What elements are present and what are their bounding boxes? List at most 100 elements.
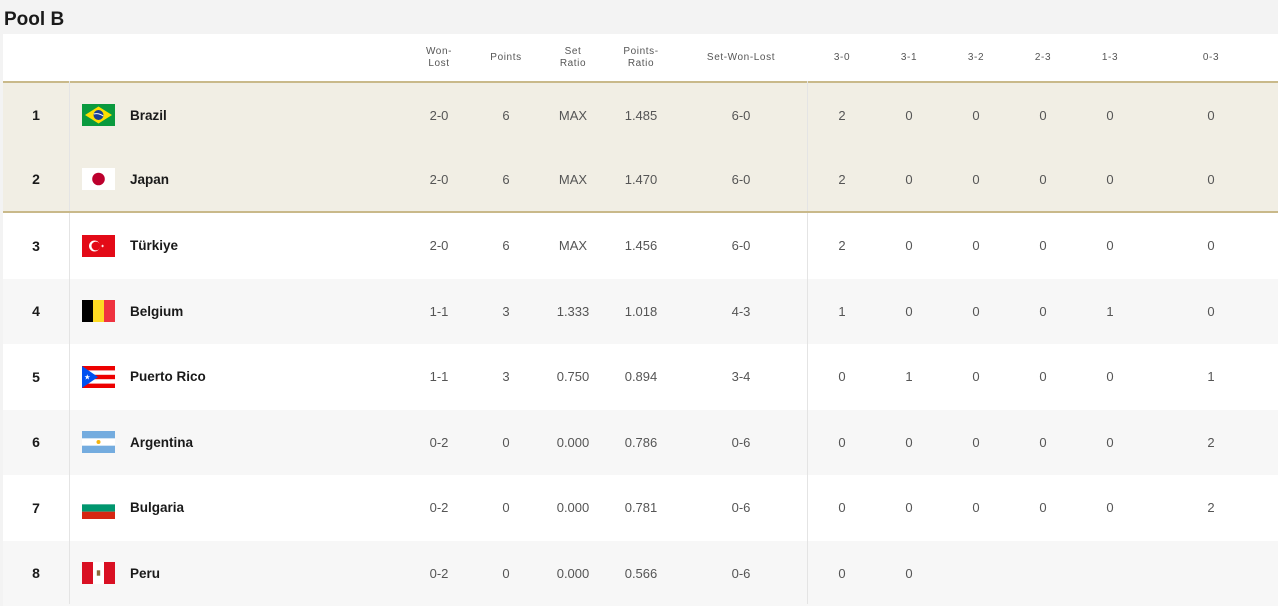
- won-lost: 2-0: [408, 147, 470, 211]
- points-ratio: 0.781: [607, 475, 675, 541]
- result-3-2: 0: [951, 410, 1001, 476]
- result-3-2: 0: [951, 475, 1001, 541]
- won-lost: 2-0: [408, 83, 470, 147]
- result-3-2: 0: [951, 344, 1001, 410]
- result-2-3: 0: [1018, 83, 1068, 147]
- won-lost: 2-0: [408, 213, 470, 279]
- header-3-2[interactable]: 3-2: [951, 34, 1001, 81]
- header-won-lost[interactable]: Won- Lost: [408, 34, 470, 81]
- team-name[interactable]: Japan: [130, 147, 400, 211]
- result-0-3: 0: [1186, 279, 1236, 345]
- empty-area: [953, 541, 1278, 604]
- header-2-3[interactable]: 2-3: [1018, 34, 1068, 81]
- rank: 6: [3, 410, 69, 476]
- result-1-3: 0: [1085, 83, 1135, 147]
- team-name[interactable]: Belgium: [130, 279, 400, 345]
- won-lost: 0-2: [408, 541, 470, 606]
- result-1-3: 0: [1085, 213, 1135, 279]
- points-ratio: 0.566: [607, 541, 675, 606]
- set-ratio: 0.000: [543, 475, 603, 541]
- table-row-puerto-rico[interactable]: 5 Puerto Rico 1-1 3 0.750 0.894 3-4 0 1 …: [3, 344, 1278, 410]
- result-1-3: 0: [1085, 410, 1135, 476]
- points: 0: [476, 410, 536, 476]
- team-name[interactable]: Brazil: [130, 83, 400, 147]
- team-name[interactable]: Argentina: [130, 410, 400, 476]
- result-0-3: 0: [1186, 213, 1236, 279]
- result-0-3: 1: [1186, 344, 1236, 410]
- header-3-0[interactable]: 3-0: [817, 34, 867, 81]
- result-3-1: 0: [884, 83, 934, 147]
- rank: 3: [3, 213, 69, 279]
- result-3-0: 0: [817, 410, 867, 476]
- result-3-1: 0: [884, 541, 934, 606]
- flag-argentina-icon: [82, 431, 115, 453]
- table-row-brazil[interactable]: 1 Brazil 2-0 6 MAX 1.485 6-0 2 0 0 0 0 0: [3, 83, 1278, 148]
- table-row-japan[interactable]: 2 Japan 2-0 6 MAX 1.470 6-0 2 0 0 0 0 0: [3, 147, 1278, 211]
- result-3-1: 1: [884, 344, 934, 410]
- header-1-3[interactable]: 1-3: [1085, 34, 1135, 81]
- set-won-lost: 0-6: [691, 410, 791, 476]
- set-won-lost: 0-6: [691, 541, 791, 606]
- points: 6: [476, 83, 536, 147]
- result-0-3: 2: [1186, 410, 1236, 476]
- flag-turkiye-icon: [82, 235, 115, 257]
- header-3-1[interactable]: 3-1: [884, 34, 934, 81]
- set-won-lost: 3-4: [691, 344, 791, 410]
- points-ratio: 1.456: [607, 213, 675, 279]
- result-3-0: 2: [817, 147, 867, 211]
- flag-brazil-icon: [82, 104, 115, 126]
- header-points-ratio[interactable]: Points- Ratio: [607, 34, 675, 81]
- points-ratio: 0.894: [607, 344, 675, 410]
- table-row-bulgaria[interactable]: 7 Bulgaria 0-2 0 0.000 0.781 0-6 0 0 0 0…: [3, 475, 1278, 541]
- result-3-2: 0: [951, 83, 1001, 147]
- team-name[interactable]: Peru: [130, 541, 400, 606]
- result-3-0: 2: [817, 83, 867, 147]
- result-0-3: 2: [1186, 475, 1236, 541]
- points: 3: [476, 344, 536, 410]
- result-3-0: 0: [817, 475, 867, 541]
- won-lost: 1-1: [408, 344, 470, 410]
- set-ratio: MAX: [543, 83, 603, 147]
- set-ratio: 0.000: [543, 410, 603, 476]
- won-lost: 0-2: [408, 410, 470, 476]
- table-row-argentina[interactable]: 6 Argentina 0-2 0 0.000 0.786 0-6 0 0 0 …: [3, 410, 1278, 476]
- result-3-2: 0: [951, 147, 1001, 211]
- team-name[interactable]: Bulgaria: [130, 475, 400, 541]
- result-2-3: 0: [1018, 213, 1068, 279]
- rank: 7: [3, 475, 69, 541]
- result-3-1: 0: [884, 279, 934, 345]
- rank: 8: [3, 541, 69, 606]
- rank: 1: [3, 83, 69, 147]
- result-3-1: 0: [884, 475, 934, 541]
- result-2-3: 0: [1018, 410, 1068, 476]
- header-points[interactable]: Points: [476, 34, 536, 81]
- result-3-0: 0: [817, 541, 867, 606]
- result-1-3: 1: [1085, 279, 1135, 345]
- result-1-3: 0: [1085, 475, 1135, 541]
- flag-peru-icon: [82, 562, 115, 584]
- header-0-3[interactable]: 0-3: [1186, 34, 1236, 81]
- won-lost: 0-2: [408, 475, 470, 541]
- team-name[interactable]: Türkiye: [130, 213, 400, 279]
- table-row-belgium[interactable]: 4 Belgium 1-1 3 1.333 1.018 4-3 1 0 0 0 …: [3, 279, 1278, 345]
- header-set-ratio[interactable]: Set Ratio: [543, 34, 603, 81]
- standings-table: Won- Lost Points Set Ratio Points- Ratio…: [3, 34, 1278, 604]
- team-name[interactable]: Puerto Rico: [130, 344, 400, 410]
- points-ratio: 1.470: [607, 147, 675, 211]
- column-divider: [69, 81, 70, 604]
- set-ratio: 0.750: [543, 344, 603, 410]
- points-ratio: 1.485: [607, 83, 675, 147]
- header-set-won-lost[interactable]: Set-Won-Lost: [691, 34, 791, 81]
- set-ratio: MAX: [543, 213, 603, 279]
- table-header: Won- Lost Points Set Ratio Points- Ratio…: [3, 34, 1278, 83]
- rank: 4: [3, 279, 69, 345]
- won-lost: 1-1: [408, 279, 470, 345]
- result-3-1: 0: [884, 410, 934, 476]
- table-row-t-rkiye[interactable]: 3 Türkiye 2-0 6 MAX 1.456 6-0 2 0 0 0 0 …: [3, 213, 1278, 279]
- result-3-2: 0: [951, 213, 1001, 279]
- result-3-1: 0: [884, 213, 934, 279]
- points: 6: [476, 147, 536, 211]
- result-2-3: 0: [1018, 279, 1068, 345]
- points: 0: [476, 541, 536, 606]
- result-3-0: 0: [817, 344, 867, 410]
